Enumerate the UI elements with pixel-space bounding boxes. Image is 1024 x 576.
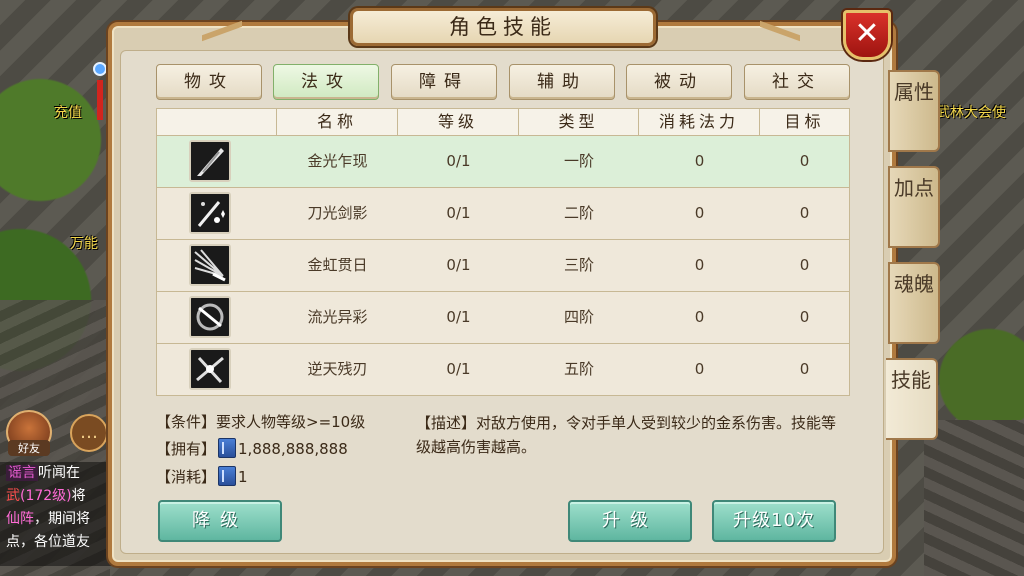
window-title: 角色技能	[350, 8, 656, 46]
tab-obstacle[interactable]: 障碍	[391, 64, 497, 100]
chat-text: (172级)	[20, 488, 72, 504]
side-tab-points[interactable]: 加点	[888, 166, 940, 248]
chat-text: 武	[6, 488, 20, 504]
chat-log[interactable]: 谣言 听闻在 武(172级)将 仙阵，期间将 点，各位道友	[0, 462, 112, 566]
header-type: 类型	[519, 109, 639, 135]
side-tab-soul[interactable]: 魂魄	[888, 262, 940, 344]
chat-text: 听闻在	[38, 465, 80, 481]
skill-mana: 0	[694, 152, 705, 170]
skill-book-icon	[218, 438, 237, 458]
header-mana: 消耗法力	[639, 109, 760, 135]
table-header: 名称 等级 类型 消耗法力 目标	[156, 108, 850, 136]
header-name: 名称	[277, 109, 398, 135]
tab-physical[interactable]: 物攻	[156, 64, 262, 100]
wanneng-label[interactable]: 万能	[70, 233, 98, 253]
skill-target: 0	[799, 360, 810, 378]
upgrade-10-button[interactable]: 升级10次	[712, 500, 836, 542]
skill-name: 逆天残刃	[307, 360, 368, 378]
side-tab-attributes[interactable]: 属性	[888, 70, 940, 152]
upgrade-button[interactable]: 升级	[568, 500, 692, 542]
cost-label: 【消耗】	[156, 468, 217, 486]
chat-text: 将	[71, 488, 86, 504]
header-target: 目标	[784, 112, 825, 131]
skill-level: 0/1	[446, 256, 471, 274]
roof-right	[924, 420, 1024, 576]
close-button[interactable]: ✕	[843, 10, 891, 60]
friend-button[interactable]: 好友	[6, 410, 52, 456]
sword-sparkle-icon	[189, 192, 231, 234]
header-icon	[157, 109, 277, 135]
table-row[interactable]: 流光异彩 0/1 四阶 0 0	[156, 292, 850, 344]
close-icon: ✕	[854, 16, 880, 51]
skill-type: 三阶	[563, 256, 594, 274]
skill-owned: 【拥有】 1,888,888,888	[156, 438, 348, 459]
owned-label: 【拥有】	[156, 440, 217, 458]
skill-name: 金虹贯日	[307, 256, 368, 274]
tab-support[interactable]: 辅助	[509, 64, 615, 100]
skill-level: 0/1	[446, 152, 471, 170]
chat-text: ，期间将	[34, 511, 90, 527]
skill-category-tabs: 物攻 法攻 障碍 辅助 被动 社交	[156, 64, 850, 100]
skill-level: 0/1	[446, 204, 471, 222]
lantern-ornament	[92, 40, 108, 160]
skill-level: 0/1	[446, 360, 471, 378]
side-tab-skills[interactable]: 技能	[886, 358, 938, 440]
friend-label: 好友	[8, 440, 50, 456]
skill-target: 0	[799, 204, 810, 222]
chat-tag: 谣言	[6, 465, 38, 481]
tab-magic[interactable]: 法攻	[273, 64, 379, 100]
table-row[interactable]: 金虹贯日 0/1 三阶 0 0	[156, 240, 850, 292]
owned-value: 1,888,888,888	[238, 440, 348, 458]
downgrade-button[interactable]: 降级	[158, 500, 282, 542]
skill-condition: 【条件】要求人物等级>=10级	[156, 413, 366, 431]
wulin-event-label[interactable]: 武林大会使	[936, 102, 1006, 122]
skill-mana: 0	[694, 308, 705, 326]
table-row[interactable]: 逆天残刃 0/1 五阶 0 0	[156, 344, 850, 396]
chat-text: 仙阵	[6, 511, 34, 527]
skill-table: 名称 等级 类型 消耗法力 目标 金光乍现 0/1 一阶 0 0 刀光剑影 0/…	[156, 108, 850, 398]
skill-type: 五阶	[563, 360, 594, 378]
skill-type: 四阶	[563, 308, 594, 326]
tab-passive[interactable]: 被动	[626, 64, 732, 100]
skill-name: 刀光剑影	[307, 204, 368, 222]
charge-label[interactable]: 充值	[54, 102, 82, 122]
skill-type: 一阶	[563, 152, 594, 170]
skill-description: 【描述】对敌方使用，令对手单人受到较少的金系伤害。技能等级越高伤害越高。	[416, 414, 837, 456]
blade-cross-icon	[189, 348, 231, 390]
chat-bubble-icon[interactable]: …	[70, 414, 108, 452]
table-row[interactable]: 刀光剑影 0/1 二阶 0 0	[156, 188, 850, 240]
skill-target: 0	[799, 308, 810, 326]
skill-name: 金光乍现	[307, 152, 368, 170]
blade-swirl-icon	[189, 296, 231, 338]
skill-cost: 【消耗】 1	[156, 466, 248, 487]
skill-mana: 0	[694, 360, 705, 378]
skill-mana: 0	[694, 204, 705, 222]
skill-target: 0	[799, 152, 810, 170]
skill-book-icon	[218, 466, 237, 486]
cost-value: 1	[238, 468, 248, 486]
skill-target: 0	[799, 256, 810, 274]
chat-text: 点，各位道友	[6, 534, 90, 550]
sword-burst-icon	[189, 140, 231, 182]
tab-social[interactable]: 社交	[744, 64, 850, 100]
sword-rays-icon	[189, 244, 231, 286]
skill-name: 流光异彩	[307, 308, 368, 326]
header-level: 等级	[398, 109, 519, 135]
skill-type: 二阶	[563, 204, 594, 222]
skill-mana: 0	[694, 256, 705, 274]
table-row[interactable]: 金光乍现 0/1 一阶 0 0	[156, 136, 850, 188]
skill-level: 0/1	[446, 308, 471, 326]
